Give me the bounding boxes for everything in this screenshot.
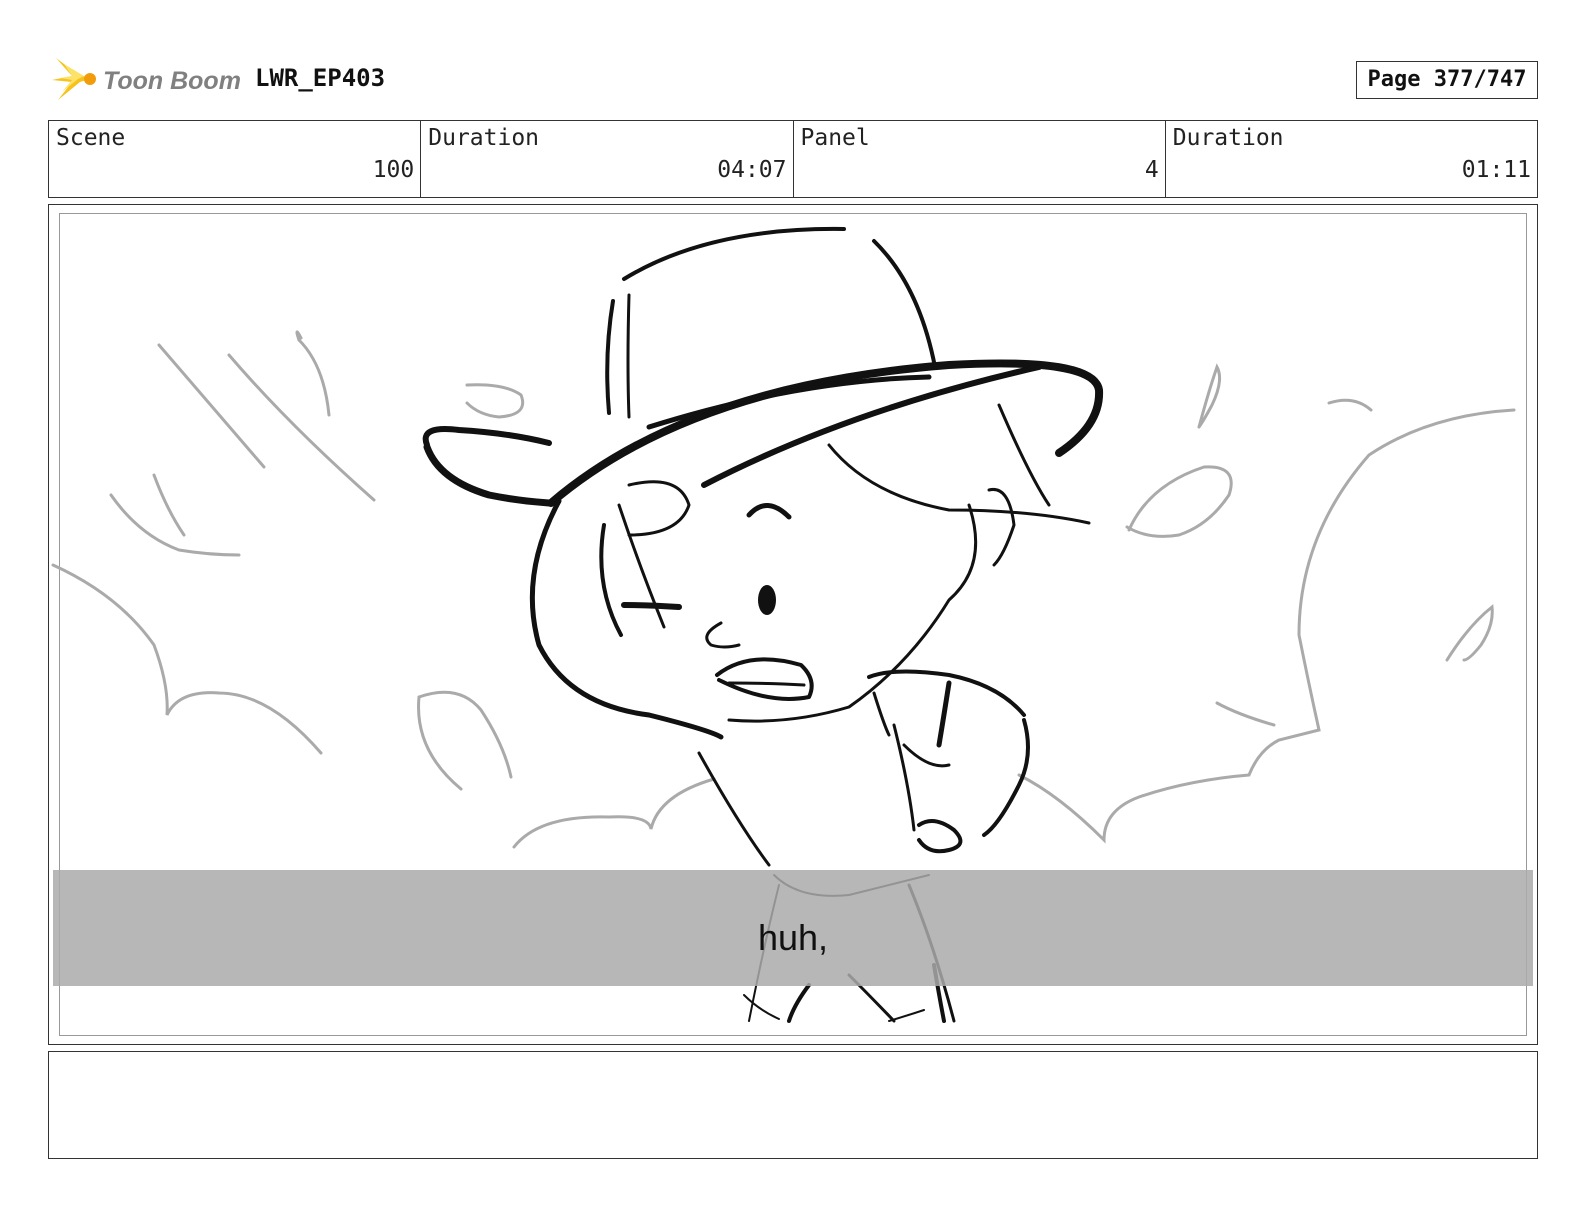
scene-duration-cell: Duration 04:07 — [420, 121, 792, 197]
toon-boom-logo: Toon Boom — [50, 54, 240, 106]
panel-cell: Panel 4 — [792, 121, 1165, 197]
storyboard-panel: huh, — [48, 204, 1538, 1045]
panel-label: Panel — [800, 125, 870, 151]
scene-value: 100 — [372, 157, 415, 183]
panel-value: 4 — [1144, 157, 1159, 183]
scene-label: Scene — [56, 125, 126, 151]
background-sketch — [51, 330, 1516, 849]
page-number: Page 377/747 — [1356, 61, 1538, 99]
logo-wordmark: Toon Boom — [103, 67, 240, 95]
panel-duration-cell: Duration 01:11 — [1164, 121, 1537, 197]
panel-notes-box — [48, 1051, 1538, 1159]
panel-duration-value: 01:11 — [1461, 157, 1531, 183]
dialogue-subtitle: huh, — [757, 917, 829, 958]
scene-duration-value: 04:07 — [717, 157, 787, 183]
scene-cell: Scene 100 — [49, 121, 420, 197]
project-title: LWR_EP403 — [255, 64, 386, 92]
panel-info-table: Scene 100 Duration 04:07 Panel 4 Duratio… — [48, 120, 1538, 198]
scene-duration-label: Duration — [428, 125, 540, 151]
starburst-icon — [52, 58, 96, 100]
panel-duration-label: Duration — [1172, 125, 1284, 151]
